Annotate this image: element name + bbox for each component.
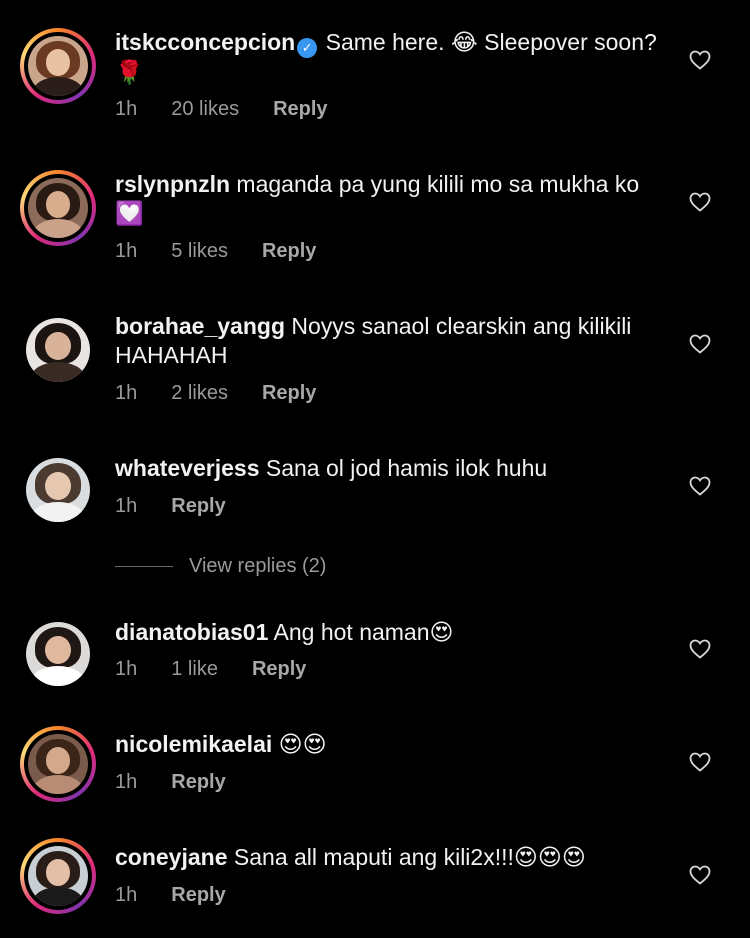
comment-text: dianatobias01 Ang hot naman😍 <box>115 618 660 647</box>
heart-outline-icon[interactable] <box>688 190 712 214</box>
comment-body: Ang hot naman😍 <box>273 619 454 645</box>
comment-text: rslynpnzln maganda pa yung kilili mo sa … <box>115 170 660 228</box>
comment-time: 1h <box>115 495 138 517</box>
reply-button[interactable]: Reply <box>171 771 225 793</box>
comment-username[interactable]: borahae_yangg <box>115 313 285 339</box>
comment-time: 1h <box>115 884 138 906</box>
avatar[interactable] <box>20 28 96 104</box>
comment-body: 😍😍 <box>278 731 327 757</box>
comment-username[interactable]: coneyjane <box>115 844 228 870</box>
avatar[interactable] <box>20 616 96 692</box>
comment-text: nicolemikaelai 😍😍 <box>115 730 660 759</box>
comment-time: 1h <box>115 240 138 262</box>
reply-button[interactable]: Reply <box>273 98 327 120</box>
comment-likes[interactable]: 1 like <box>171 658 218 680</box>
heart-outline-icon[interactable] <box>688 332 712 356</box>
avatar[interactable] <box>20 838 96 914</box>
comment-time: 1h <box>115 98 138 120</box>
reply-button[interactable]: Reply <box>262 382 316 404</box>
view-replies-label: View replies (2) <box>189 555 327 577</box>
reply-button[interactable]: Reply <box>262 240 316 262</box>
comment-text: itskcconcepcion ✓ Same here. 😂 Sleepover … <box>115 28 660 87</box>
comment-meta: 1h 20 likes Reply <box>115 98 362 121</box>
comment-meta: 1h Reply <box>115 884 260 907</box>
comment-time: 1h <box>115 771 138 793</box>
heart-outline-icon[interactable] <box>688 750 712 774</box>
avatar[interactable] <box>20 170 96 246</box>
comment-username[interactable]: whateverjess <box>115 455 259 481</box>
reply-button[interactable]: Reply <box>171 495 225 517</box>
comment-username[interactable]: dianatobias01 <box>115 619 268 645</box>
comment-body: Sana ol jod hamis ilok huhu <box>265 455 548 481</box>
reply-button[interactable]: Reply <box>252 658 306 680</box>
comment-username[interactable]: rslynpnzln <box>115 171 230 197</box>
avatar[interactable] <box>20 452 96 528</box>
comment-likes[interactable]: 20 likes <box>171 98 239 120</box>
comment-time: 1h <box>115 382 138 404</box>
comment-likes[interactable]: 5 likes <box>171 240 228 262</box>
avatar[interactable] <box>20 312 96 388</box>
comment-username[interactable]: itskcconcepcion <box>115 29 295 55</box>
heart-outline-icon[interactable] <box>688 48 712 72</box>
divider <box>115 566 173 567</box>
heart-outline-icon[interactable] <box>688 863 712 887</box>
heart-outline-icon[interactable] <box>688 474 712 498</box>
comment-meta: 1h Reply <box>115 495 260 518</box>
comment-text: coneyjane Sana all maputi ang kili2x!!!😍… <box>115 843 660 872</box>
comment-text: borahae_yangg Noyys sanaol clearskin ang… <box>115 312 660 370</box>
comment-body: Sana all maputi ang kili2x!!!😍😍😍 <box>233 844 586 870</box>
comment-time: 1h <box>115 658 138 680</box>
comment-meta: 1h 2 likes Reply <box>115 382 350 405</box>
comment-likes[interactable]: 2 likes <box>171 382 228 404</box>
avatar[interactable] <box>20 726 96 802</box>
reply-button[interactable]: Reply <box>171 884 225 906</box>
comment-meta: 1h 1 like Reply <box>115 658 340 681</box>
comment-username[interactable]: nicolemikaelai <box>115 731 272 757</box>
heart-outline-icon[interactable] <box>688 637 712 661</box>
view-replies-button[interactable]: View replies (2) <box>115 555 326 578</box>
comment-meta: 1h Reply <box>115 771 260 794</box>
verified-badge-icon: ✓ <box>297 38 318 58</box>
comment-text: whateverjess Sana ol jod hamis ilok huhu <box>115 454 660 483</box>
comment-meta: 1h 5 likes Reply <box>115 240 350 263</box>
